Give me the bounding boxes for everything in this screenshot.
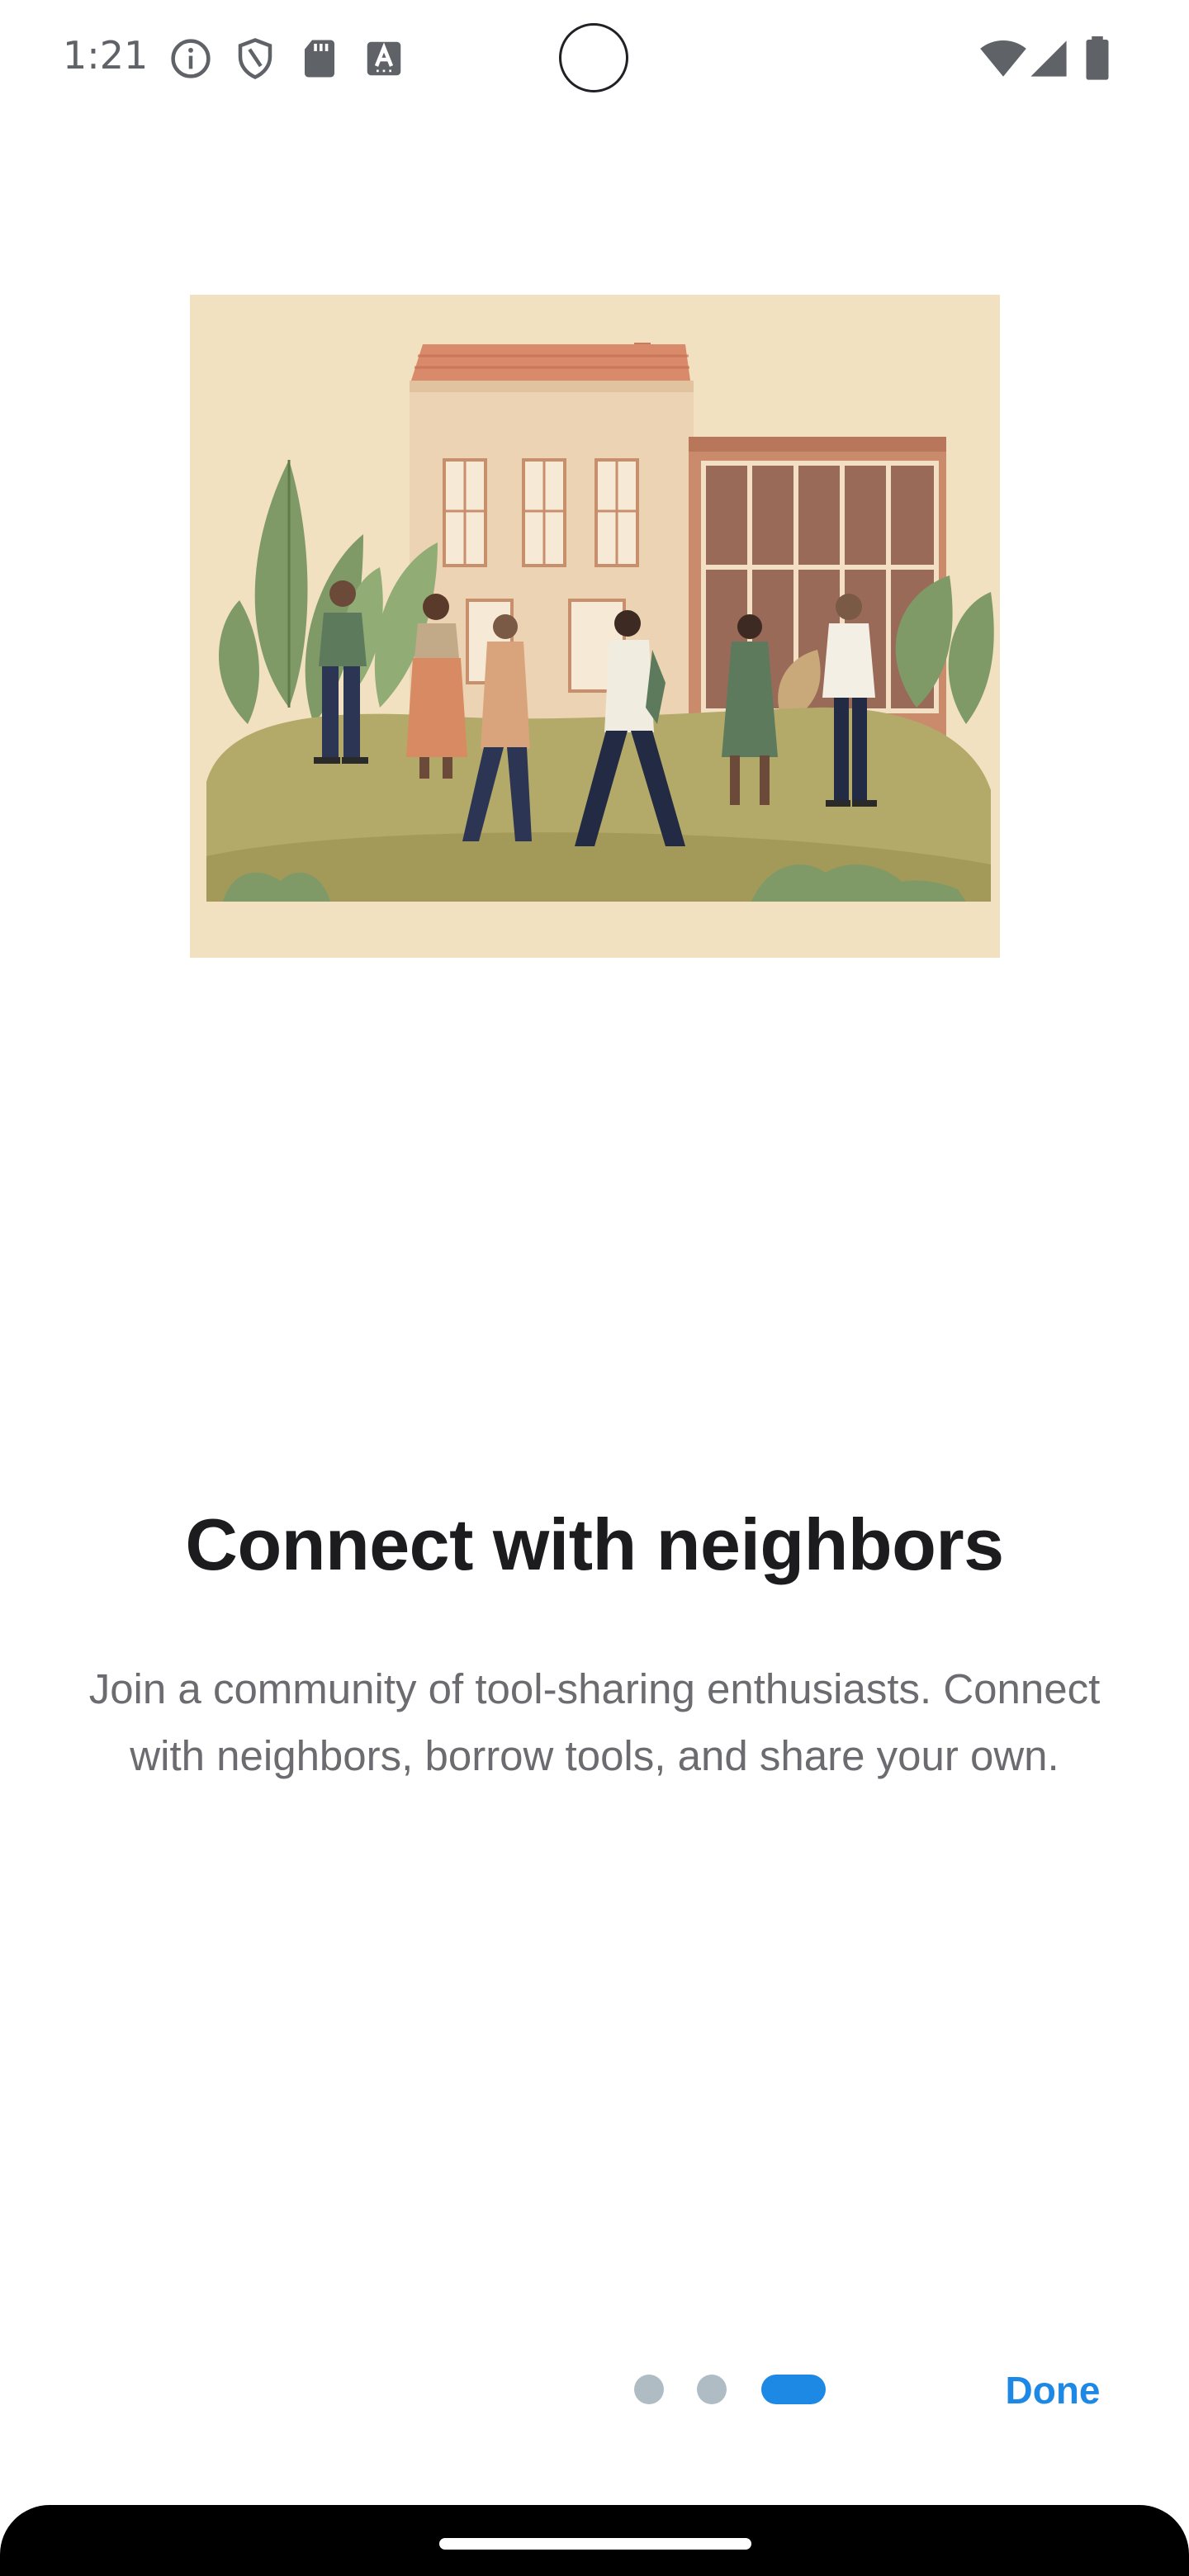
page-dot-1[interactable] xyxy=(634,2375,664,2404)
onboarding-screen: 1:21 Connect with neighbors Join a commu… xyxy=(0,0,1189,2576)
home-gesture-handle[interactable] xyxy=(439,2538,751,2550)
keyboard-a-icon xyxy=(362,36,406,81)
wifi-icon xyxy=(979,36,1027,81)
done-button[interactable]: Done xyxy=(974,2361,1131,2419)
cellular-signal-icon xyxy=(1029,36,1073,81)
navigation-bar xyxy=(0,2505,1189,2576)
status-time: 1:21 xyxy=(63,33,149,78)
onboarding-title: Connect with neighbors xyxy=(185,1503,1004,1585)
info-icon xyxy=(168,36,213,81)
onboarding-description: Join a community of tool-sharing enthusi… xyxy=(88,1665,1101,1779)
battery-icon xyxy=(1083,36,1111,81)
status-bar: 1:21 xyxy=(0,0,1189,121)
shield-icon xyxy=(233,36,277,81)
front-camera xyxy=(559,23,628,92)
page-dot-2[interactable] xyxy=(697,2375,727,2404)
page-dot-3-active[interactable] xyxy=(761,2375,826,2404)
sd-card-icon xyxy=(297,36,342,81)
neighbors-illustration xyxy=(190,295,1000,958)
